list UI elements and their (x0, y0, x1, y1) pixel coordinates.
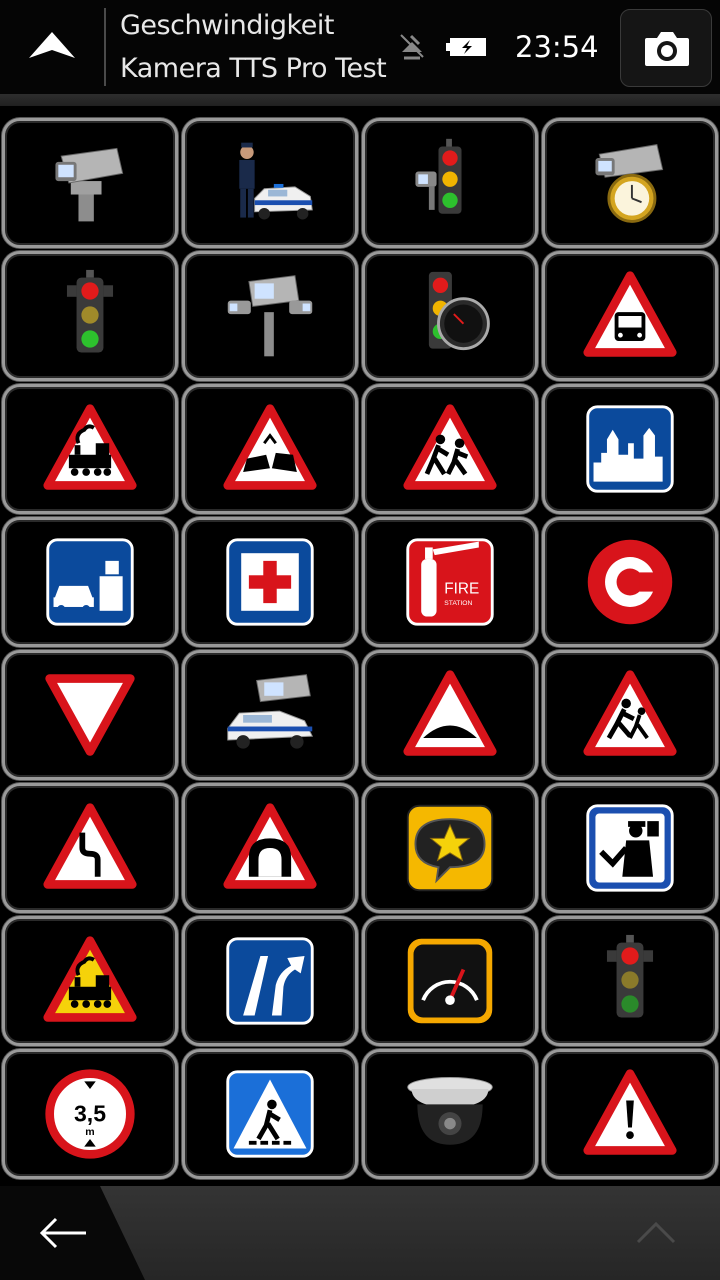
clock: 23:54 (515, 30, 599, 64)
title-line-1: Geschwindigkeit (120, 10, 334, 41)
traffic-light-speed-icon (428, 271, 490, 351)
tile-police-car-camera[interactable] (182, 650, 358, 780)
battery-charging-icon (446, 38, 486, 56)
tile-police-car-officer[interactable] (182, 118, 358, 248)
gps-no-signal-icon (400, 34, 424, 60)
tile-speed-camera-timer[interactable] (542, 118, 718, 248)
tile-accident-sign[interactable] (182, 384, 358, 514)
tile-speedometer[interactable] (362, 916, 538, 1046)
tile-fire-station-sign[interactable]: FIRE STATION (362, 517, 538, 647)
tile-lane-merge-sign[interactable] (182, 916, 358, 1046)
chevron-up-icon[interactable] (636, 1220, 676, 1244)
section-control-camera-icon (227, 275, 313, 357)
fire-station-label: FIRE (444, 581, 479, 598)
back-button[interactable] (0, 1186, 130, 1280)
tile-traffic-light-camera[interactable] (362, 118, 538, 248)
tile-dome-camera[interactable] (362, 1049, 538, 1179)
tile-double-bend-sign[interactable] (2, 783, 178, 913)
header-bar: Geschwindigkeit Kamera TTS Pro Test 23:5… (0, 0, 720, 94)
height-limit-unit: m (85, 1126, 94, 1138)
tile-hospital-sign[interactable] (182, 517, 358, 647)
tile-toll-booth-sign[interactable] (2, 517, 178, 647)
tile-traffic-light[interactable] (2, 251, 178, 381)
children-playing-sign-icon (583, 670, 677, 756)
tile-favorite[interactable] (362, 783, 538, 913)
tile-railway-crossing-yellow-sign[interactable] (2, 916, 178, 1046)
favorite-star-icon (406, 804, 494, 892)
lane-merge-sign-icon (226, 937, 314, 1025)
bus-warning-sign-icon (583, 271, 677, 357)
tile-traffic-light-speed[interactable] (362, 251, 538, 381)
header-divider (104, 8, 106, 86)
traffic-light-camera-icon (415, 138, 462, 214)
bottom-bar (0, 1186, 720, 1280)
police-checkpoint-sign-icon (586, 804, 674, 892)
police-car-camera-icon (227, 674, 313, 749)
up-button[interactable] (0, 0, 104, 94)
tile-height-limit-sign[interactable]: 3,5 m (2, 1049, 178, 1179)
tile-speed-camera[interactable] (2, 118, 178, 248)
tile-danger-warning-sign[interactable] (542, 1049, 718, 1179)
railway-crossing-sign-icon (43, 404, 137, 490)
header-separator (0, 94, 720, 106)
tile-bus-warning-sign[interactable] (542, 251, 718, 381)
tile-school-children-sign[interactable] (362, 384, 538, 514)
hospital-sign-icon (226, 538, 314, 626)
height-limit-value: 3,5 (74, 1101, 106, 1127)
tile-congestion-charge-sign[interactable] (542, 517, 718, 647)
tile-police-checkpoint-sign[interactable] (542, 783, 718, 913)
speed-camera-icon (55, 147, 124, 222)
tile-traffic-light-dark[interactable] (542, 916, 718, 1046)
bottom-tab-background (100, 1186, 720, 1280)
give-way-sign-icon (45, 674, 135, 756)
school-children-sign-icon (403, 404, 497, 490)
double-bend-sign-icon (43, 803, 137, 889)
speedometer-icon (407, 938, 493, 1024)
camera-icon (645, 32, 689, 66)
icon-grid: FIRE STATION 3,5 m (2, 118, 718, 1185)
tunnel-sign-icon (223, 803, 317, 889)
tile-tunnel-sign[interactable] (182, 783, 358, 913)
railway-crossing-yellow-sign-icon (43, 936, 137, 1022)
tile-pedestrian-crossing-sign[interactable] (182, 1049, 358, 1179)
congestion-charge-sign-icon (587, 539, 673, 625)
traffic-light-icon (66, 269, 114, 353)
dome-camera-icon (407, 1077, 493, 1145)
fire-station-sublabel: STATION (444, 600, 472, 607)
title-line-2: Kamera TTS Pro Test (120, 53, 387, 84)
back-arrow-icon (39, 1217, 86, 1249)
camera-button[interactable] (620, 9, 712, 87)
police-car-officer-icon (239, 142, 313, 220)
speed-bump-sign-icon (403, 670, 497, 756)
tile-section-control-camera[interactable] (182, 251, 358, 381)
tile-railway-crossing-sign[interactable] (2, 384, 178, 514)
tile-children-playing-sign[interactable] (542, 650, 718, 780)
accident-sign-icon (223, 404, 317, 490)
city-zone-sign-icon (586, 405, 674, 493)
danger-warning-sign-icon (583, 1069, 677, 1155)
pedestrian-crossing-sign-icon (226, 1070, 314, 1158)
tile-city-zone-sign[interactable] (542, 384, 718, 514)
traffic-light-dark-icon (606, 934, 654, 1018)
fire-station-sign-icon: FIRE STATION (406, 538, 494, 626)
speed-camera-timer-icon (595, 144, 664, 223)
navigation-up-arrow-icon (29, 32, 75, 58)
height-limit-sign-icon: 3,5 m (45, 1069, 135, 1159)
tile-speed-bump-sign[interactable] (362, 650, 538, 780)
tile-give-way-sign[interactable] (2, 650, 178, 780)
toll-booth-sign-icon (46, 538, 134, 626)
